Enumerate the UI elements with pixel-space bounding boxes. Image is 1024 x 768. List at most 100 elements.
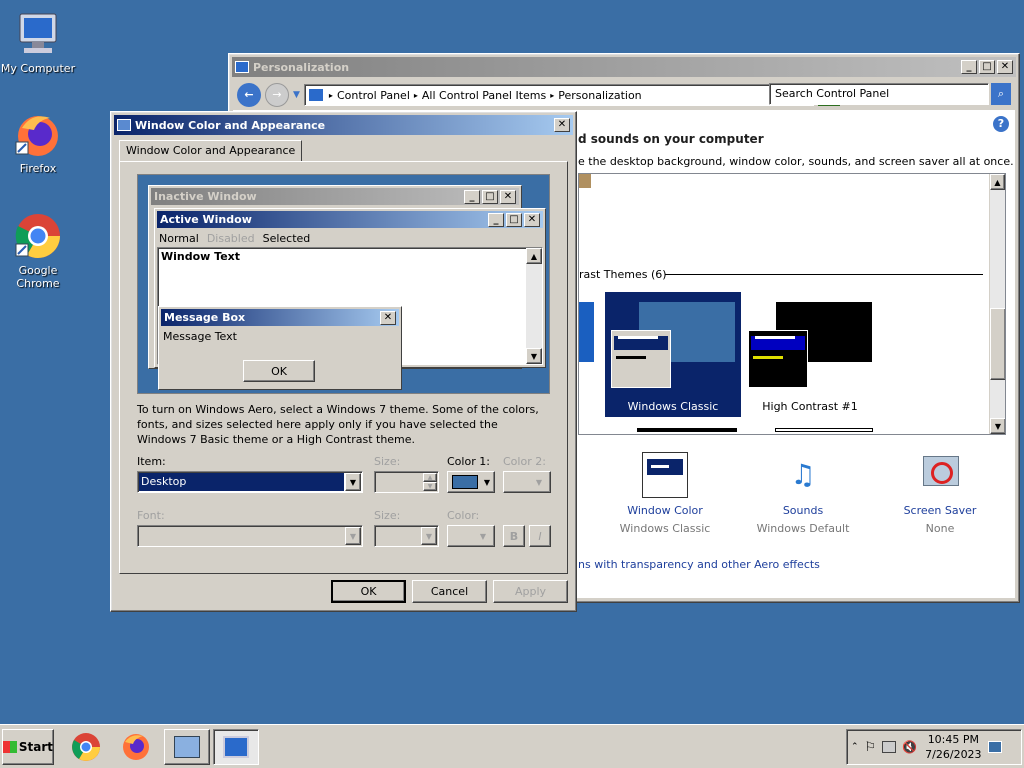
size-spinner[interactable]: ▲ ▼: [374, 471, 439, 493]
sounds-sub: Windows Default: [756, 522, 850, 535]
color2-button[interactable]: ▼: [503, 471, 551, 493]
theme-next-row-partial: [775, 428, 873, 432]
italic-button[interactable]: I: [529, 525, 551, 547]
taskbar: Start ⌃ ⚐ 🔇 10:45 PM 7/26/2023: [0, 724, 1024, 768]
breadcrumb-personalization[interactable]: Personalization: [554, 89, 645, 102]
back-arrow-icon: ←: [244, 88, 254, 101]
theme-next-row-partial: [637, 428, 737, 432]
aero-link[interactable]: ns with transparency and other Aero effe…: [578, 558, 820, 571]
tab-window-color[interactable]: Window Color and Appearance: [119, 140, 303, 162]
screen-saver-link[interactable]: Screen Saver None: [890, 452, 990, 535]
screen-saver-icon: [917, 452, 963, 498]
scroll-up-button[interactable]: ▲: [990, 174, 1005, 190]
cancel-button[interactable]: Cancel: [412, 580, 487, 603]
taskbar-personalization-button[interactable]: [213, 729, 259, 765]
firefox-icon: [14, 110, 62, 158]
preview-scroll-up-icon: ▲: [526, 248, 542, 264]
apply-button[interactable]: Apply: [493, 580, 568, 603]
item-label: Item:: [137, 455, 166, 468]
show-hidden-icons-icon[interactable]: ⌃: [851, 742, 859, 752]
sounds-label: Sounds: [782, 504, 824, 517]
screen-saver-label: Screen Saver: [903, 504, 977, 517]
color1-dropdown-icon: ▼: [483, 477, 491, 487]
volume-muted-icon[interactable]: 🔇: [902, 740, 917, 754]
preview-msgbox-ok: OK: [243, 360, 315, 382]
theme-list-scrollbar[interactable]: ▲ ▼: [989, 174, 1005, 434]
search-button[interactable]: ⌕: [991, 83, 1011, 105]
search-icon: ⌕: [997, 87, 1005, 100]
preview-max-icon: □: [482, 189, 498, 204]
theme-high-contrast-1[interactable]: High Contrast #1: [742, 292, 878, 417]
window-color-link[interactable]: Window Color Windows Classic: [615, 452, 715, 535]
appearance-preview[interactable]: Inactive Window _ □ ✕ Active Window _ □ …: [137, 174, 550, 394]
font-size-select[interactable]: ▼: [374, 525, 439, 547]
breadcrumb-all-items[interactable]: All Control Panel Items: [418, 89, 550, 102]
window-color-sub: Windows Classic: [619, 522, 711, 535]
preview-menu-normal: Normal: [159, 232, 199, 245]
network-icon[interactable]: [882, 741, 897, 753]
theme-preview-window: [748, 330, 808, 388]
theme-partial-left[interactable]: [579, 302, 594, 362]
back-button[interactable]: ←: [237, 83, 261, 107]
item-dropdown-icon[interactable]: ▼: [345, 473, 361, 491]
size-up-icon[interactable]: ▲: [423, 473, 437, 482]
color1-button[interactable]: ▼: [447, 471, 495, 493]
help-icon[interactable]: ?: [993, 116, 1009, 132]
breadcrumb-control-panel[interactable]: Control Panel: [333, 89, 414, 102]
bold-button[interactable]: B: [503, 525, 525, 547]
maximize-button[interactable]: □: [979, 60, 995, 74]
size-down-icon[interactable]: ▼: [423, 482, 437, 491]
window-color-icon: [642, 452, 688, 498]
font-dropdown-icon[interactable]: ▼: [345, 527, 361, 545]
control-panel-icon: [235, 61, 249, 73]
ok-button[interactable]: OK: [331, 580, 406, 603]
close-button[interactable]: ✕: [997, 60, 1013, 74]
action-center-flag-icon[interactable]: ⚐: [865, 740, 877, 755]
search-input[interactable]: Search Control Panel: [769, 83, 989, 105]
window-color-label: Window Color: [627, 504, 703, 517]
personalization-titlebar[interactable]: Personalization _ □ ✕: [232, 57, 1016, 77]
taskbar-control-panel-button[interactable]: [164, 729, 210, 765]
section-label: rast Themes (6): [579, 268, 667, 281]
chrome-icon: [14, 212, 62, 260]
scroll-down-button[interactable]: ▼: [990, 418, 1005, 434]
theme-name: Windows Classic: [627, 400, 719, 413]
preview-min-icon: _: [464, 189, 480, 204]
preview-scrollbar: ▲ ▼: [526, 248, 542, 364]
preview-active-title: Active Window: [160, 213, 252, 226]
clock-date: 7/26/2023: [925, 748, 982, 761]
monitor-icon: [308, 89, 323, 101]
preview-inactive-title: Inactive Window: [154, 190, 257, 203]
preview-message-box: Message Box ✕ Message Text OK: [158, 306, 402, 390]
window-title: Personalization: [253, 60, 350, 74]
dialog-titlebar[interactable]: Window Color and Appearance ✕: [114, 115, 573, 135]
item-select[interactable]: Desktop ▼: [137, 471, 363, 493]
color2-label: Color 2:: [503, 455, 546, 468]
taskbar-chrome-button[interactable]: [64, 729, 108, 765]
preview-close-icon: ✕: [500, 189, 516, 204]
scroll-thumb[interactable]: [990, 308, 1005, 380]
font-color-button[interactable]: ▼: [447, 525, 495, 547]
font-select[interactable]: ▼: [137, 525, 363, 547]
start-button[interactable]: Start: [2, 729, 54, 765]
clock[interactable]: 10:45 PM 7/26/2023: [925, 732, 981, 762]
firefox-icon: [123, 734, 149, 760]
desktop-icon-firefox[interactable]: Firefox: [0, 110, 76, 175]
screen-saver-sub: None: [925, 522, 955, 535]
tab-panel: Inactive Window _ □ ✕ Active Window _ □ …: [119, 161, 568, 574]
show-desktop-icon[interactable]: [987, 741, 1002, 753]
history-dropdown-icon[interactable]: ▼: [293, 90, 300, 100]
dialog-icon: [117, 119, 131, 131]
forward-button[interactable]: →: [265, 83, 289, 107]
desktop-icon-chrome[interactable]: Google Chrome: [0, 212, 76, 290]
dialog-title: Window Color and Appearance: [135, 118, 326, 132]
minimize-button[interactable]: _: [961, 60, 977, 74]
taskbar-firefox-button[interactable]: [114, 729, 158, 765]
dialog-close-button[interactable]: ✕: [554, 118, 570, 132]
desktop-icon-my-computer[interactable]: My Computer: [0, 10, 76, 75]
sounds-link[interactable]: ♫ Sounds Windows Default: [753, 452, 853, 535]
theme-windows-classic[interactable]: Windows Classic: [605, 292, 741, 417]
font-label: Font:: [137, 509, 165, 522]
page-subheading: e the desktop background, window color, …: [578, 155, 1014, 168]
font-size-dropdown-icon[interactable]: ▼: [421, 527, 437, 545]
